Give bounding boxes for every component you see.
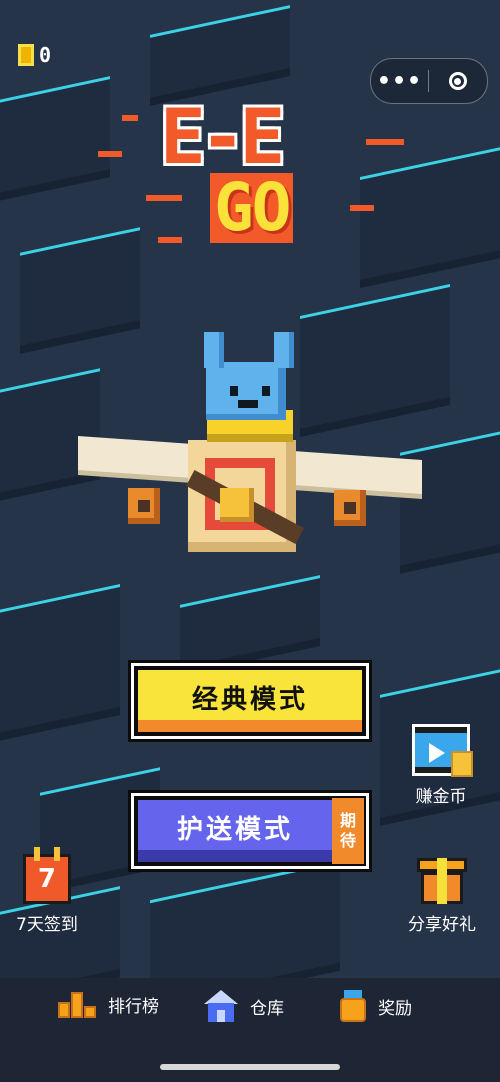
nav-item-leaderboard[interactable]: 排行榜 (58, 990, 159, 1018)
propeller-hub (220, 488, 254, 522)
warehouse-icon (204, 990, 238, 1022)
coin-counter: 0 (18, 44, 51, 66)
share-gift-label: 分享好礼 (408, 915, 476, 935)
bg-tile (150, 5, 290, 98)
logo-speed-line (366, 139, 404, 145)
coming-soon-line2: 待 (339, 831, 356, 850)
bg-tile (0, 368, 100, 495)
classic-mode-button[interactable]: 经典模式 (134, 666, 366, 736)
classic-mode-label: 经典模式 (191, 684, 308, 715)
ellipsis-icon[interactable]: ••• (371, 69, 428, 94)
checkin-button[interactable]: 7 7天签到 (16, 847, 78, 935)
bg-tile (360, 142, 500, 281)
plane-engine-left (128, 488, 160, 524)
video-reward-icon (412, 724, 473, 777)
podium-icon (58, 990, 96, 1018)
close-button[interactable] (429, 72, 486, 90)
logo-speed-line (146, 195, 182, 201)
bg-tile (300, 284, 450, 429)
logo-speed-line (350, 205, 374, 211)
bg-tile (0, 584, 120, 739)
nav-label-warehouse: 仓库 (250, 998, 284, 1019)
bg-tile (0, 76, 110, 197)
character-ear-left (204, 332, 224, 368)
earn-coins-label: 赚金币 (415, 787, 467, 807)
earn-coins-button[interactable]: 赚金币 (412, 724, 473, 807)
logo-line2: GO (210, 173, 294, 243)
target-icon (448, 72, 467, 90)
escort-mode-label: 护送模式 (176, 814, 293, 845)
plane-engine-right (334, 490, 366, 526)
home-indicator[interactable] (160, 1064, 340, 1070)
share-gift-button[interactable]: 分享好礼 (408, 854, 476, 935)
game-logo: E-E GO (98, 92, 404, 255)
logo-line1: E-E (160, 92, 285, 181)
escort-mode-button[interactable]: 护送模式 期 待 (134, 796, 366, 866)
coming-soon-line1: 期 (339, 811, 356, 830)
nav-item-rewards[interactable]: 奖励 (340, 990, 412, 1022)
bg-tile (20, 227, 140, 346)
bg-tile (400, 427, 500, 566)
coming-soon-tag: 期 待 (332, 798, 364, 864)
mini-program-capsule: ••• (370, 58, 488, 104)
character-ear-right (274, 332, 294, 368)
logo-speed-line (98, 151, 122, 157)
nav-label-rewards: 奖励 (378, 998, 412, 1019)
medal-icon (340, 990, 366, 1022)
coin-count: 0 (39, 43, 52, 67)
character-eye-left (230, 386, 238, 396)
logo-speed-line (158, 237, 182, 243)
checkin-label: 7天签到 (16, 915, 78, 935)
character-mouth (238, 400, 258, 408)
logo-speed-line (122, 115, 138, 121)
nav-item-warehouse[interactable]: 仓库 (204, 990, 284, 1022)
character-head (206, 362, 286, 420)
nav-label-leaderboard: 排行榜 (108, 996, 159, 1017)
character-eye-right (262, 386, 270, 396)
checkin-day-number: 7 (37, 864, 56, 894)
bg-tile (180, 575, 320, 668)
coin-icon (18, 44, 34, 66)
gift-icon (417, 854, 467, 904)
calendar-icon: 7 (22, 847, 71, 904)
